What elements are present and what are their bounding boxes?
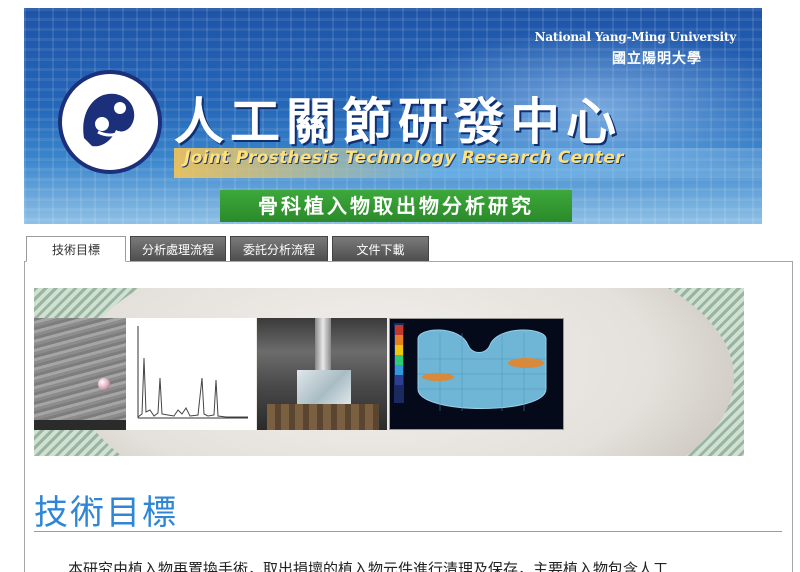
- test-rig-base: [267, 404, 379, 430]
- center-title-zh: 人工關節研發中心: [174, 92, 622, 151]
- intro-paragraph: 本研究由植入物再置換手術，取出損壞的植入物元件進行清理及保存，主要植入物包含人工: [68, 560, 669, 572]
- tab-commission-process[interactable]: 委託分析流程: [230, 236, 328, 262]
- sem-particle: [98, 378, 110, 390]
- eds-spectrum-image: [126, 318, 256, 430]
- tab-document-download[interactable]: 文件下載: [332, 236, 429, 262]
- tab-analysis-process[interactable]: 分析處理流程: [130, 236, 226, 262]
- logo-emblem-icon: [66, 78, 154, 166]
- section-heading: 技術目標: [34, 493, 178, 533]
- heading-divider: [34, 531, 782, 532]
- fem-contact-plot: [394, 323, 547, 411]
- center-logo: [58, 70, 162, 174]
- test-rig-column: [315, 318, 331, 374]
- university-name-en: National Yang-Ming University: [534, 30, 737, 44]
- research-title: 骨科植入物取出物分析研究: [258, 194, 534, 218]
- tab-technical-goals[interactable]: 技術目標: [26, 236, 126, 262]
- center-title-en: Joint Prosthesis Technology Research Cen…: [184, 148, 624, 168]
- sem-scalebar: [34, 420, 126, 430]
- eds-spectrum-plot: [137, 326, 248, 419]
- sem-micrograph-image: [34, 318, 126, 430]
- header-banner: National Yang-Ming University 國立陽明大學 人工關…: [24, 8, 762, 224]
- university-name-zh: 國立陽明大學: [612, 51, 702, 67]
- mechanical-test-image: [257, 318, 387, 430]
- fem-contact-map-image: [389, 318, 564, 430]
